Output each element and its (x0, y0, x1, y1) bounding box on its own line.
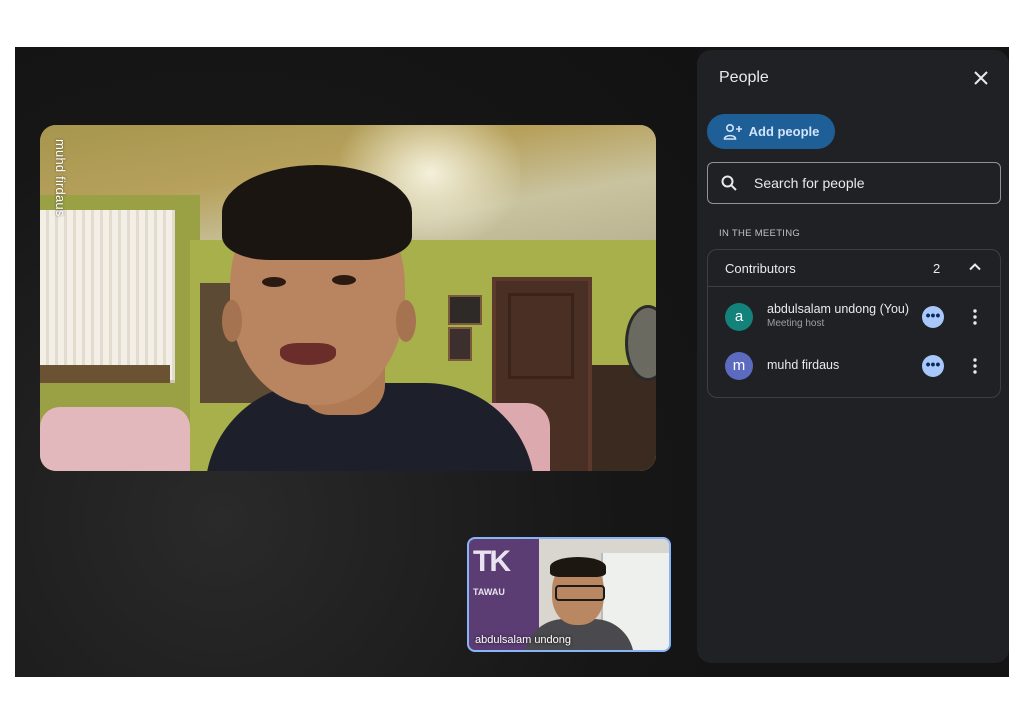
main-tile-name-label: muhd firdaus (53, 139, 68, 217)
participant-name: abdulsalam undong (You) (767, 302, 910, 316)
door-panel (508, 293, 574, 379)
main-video-tile[interactable] (40, 125, 656, 471)
in-meeting-section-label: IN THE MEETING (719, 228, 801, 239)
person-hair (222, 165, 412, 260)
self-tile-name-label: abdulsalam undong (475, 634, 572, 646)
person-ear-left (222, 300, 242, 342)
avatar: m (725, 352, 753, 380)
person-eye-left (262, 277, 286, 287)
self-person-glasses (555, 585, 605, 601)
people-panel: People Add people IN THE MEETING (697, 50, 1009, 663)
search-input[interactable] (752, 174, 986, 192)
person-eye-right (332, 275, 356, 285)
banner-text: TK (473, 545, 511, 578)
panel-title: People (719, 69, 769, 86)
add-people-label: Add people (748, 124, 820, 139)
contributors-count: 2 (933, 261, 941, 276)
wall-picture-small (448, 327, 472, 361)
contributors-header[interactable]: Contributors 2 (708, 250, 1000, 287)
contributors-group: Contributors 2 a abdulsalam undong (You)… (707, 249, 1001, 398)
participant-role: Meeting host (767, 318, 825, 329)
window-frame (40, 365, 170, 383)
add-people-button[interactable]: Add people (707, 114, 835, 149)
curtain (40, 210, 175, 383)
video-stage: muhd firdaus TK TAWAU abdulsalam undong (15, 47, 699, 677)
close-panel-button[interactable] (969, 66, 993, 90)
search-box[interactable] (707, 162, 1001, 204)
kebab-menu-icon[interactable] (966, 355, 984, 377)
banner-subtext: TAWAU (473, 587, 505, 597)
chevron-up-icon[interactable] (966, 258, 984, 276)
self-person-hair (550, 557, 606, 577)
kebab-menu-icon[interactable] (966, 306, 984, 328)
avatar: a (725, 303, 753, 331)
search-icon (721, 175, 737, 191)
self-video-tile[interactable]: TK TAWAU abdulsalam undong (467, 537, 671, 652)
participant-row[interactable]: a abdulsalam undong (You) Meeting host •… (708, 297, 1000, 337)
person-mouth (280, 343, 336, 365)
contributors-title: Contributors (725, 261, 796, 276)
add-person-icon (723, 123, 742, 140)
participant-name: muhd firdaus (767, 358, 840, 372)
person-ear-right (396, 300, 416, 342)
more-options-icon[interactable]: ••• (922, 306, 944, 328)
wall-picture (448, 295, 482, 325)
more-options-icon[interactable]: ••• (922, 355, 944, 377)
participant-row[interactable]: m muhd firdaus ••• (708, 346, 1000, 386)
meet-window: muhd firdaus TK TAWAU abdulsalam undong … (15, 47, 1009, 677)
close-icon (974, 71, 988, 85)
sofa-left (40, 407, 190, 471)
